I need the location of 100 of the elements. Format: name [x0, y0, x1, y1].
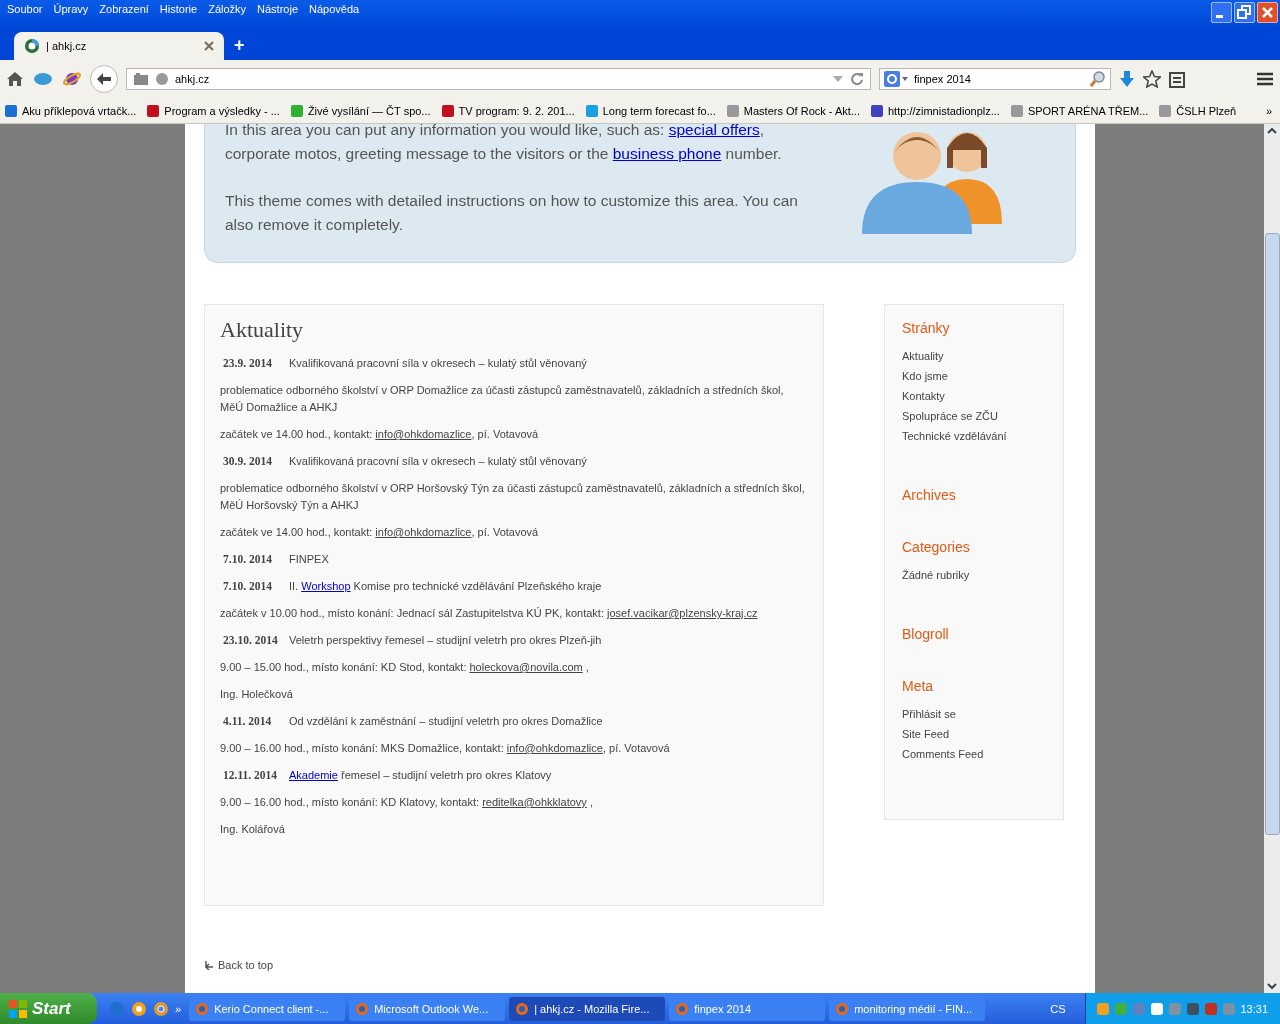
- globe-icon: [155, 72, 169, 86]
- bookmark[interactable]: Aku příklepová vrtačk...: [4, 103, 137, 118]
- widget-heading: Stránky: [902, 320, 951, 336]
- taskbar-button[interactable]: Kerio Connect client -...: [189, 996, 346, 1021]
- minimize-button[interactable]: [1211, 2, 1232, 23]
- bookmark-icon: [584, 103, 599, 118]
- news-text: 23.9. 2014 Kvalifikovaná pracovní síla v okresech – kulatý stůl věnovaný: [222, 356, 588, 371]
- menu-item[interactable]: Nástroje: [254, 3, 307, 15]
- news-text: 9.00 – 16.00 hod., místo konání: KD Klatovy, kontakt: reditelka@ohkklatovy ,: [220, 795, 594, 810]
- sidebar-link[interactable]: Žádné rubriky: [902, 565, 1046, 585]
- app-icon: [835, 1001, 850, 1016]
- link[interactable]: business phone: [612, 145, 722, 162]
- sidebar-link[interactable]: Kontakty: [902, 386, 1046, 406]
- bookmark[interactable]: Program a výsledky - ...: [146, 103, 280, 118]
- menu-icon[interactable]: [1256, 71, 1274, 87]
- news-text: 7.10. 2014 FINPEX: [222, 552, 330, 567]
- app-icon: [195, 1001, 210, 1016]
- bookmark[interactable]: http://zimnistadionplz...: [870, 103, 1000, 118]
- more-icons-button[interactable]: »: [175, 1002, 182, 1015]
- arrow-left-icon: [96, 72, 112, 86]
- sidebar-link[interactable]: Přihlásit se: [902, 704, 1046, 724]
- search-field[interactable]: finpex 2014: [879, 68, 1111, 90]
- taskbar-button[interactable]: finpex 2014: [669, 996, 826, 1021]
- language-indicator[interactable]: CS: [1050, 1002, 1086, 1015]
- widget-heading: Blogroll: [902, 626, 950, 642]
- more-bookmarks-button[interactable]: »: [1265, 104, 1276, 117]
- bookmark[interactable]: ČSLH Plzeň: [1158, 103, 1237, 118]
- close-button[interactable]: [1257, 2, 1278, 23]
- news-text: problematice odborného školství v ORP Domažlice za účasti zástupců zaměstnavatelů, základních a středních škol, MěÚ Domažlice a AHKJ: [220, 383, 785, 415]
- back-button[interactable]: [90, 65, 118, 93]
- bookmark[interactable]: Masters Of Rock - Akt...: [725, 103, 860, 118]
- menu-item[interactable]: Historie: [156, 3, 206, 15]
- new-tab-button[interactable]: +: [224, 35, 255, 60]
- news-text: začátek ve 14.00 hod., kontakt: info@ohkdomazlice, pí. Votavová: [220, 525, 540, 540]
- bookmark-icon: [1158, 103, 1173, 118]
- scrollbar[interactable]: [1264, 124, 1280, 993]
- reload-icon[interactable]: [850, 72, 864, 86]
- link[interactable]: Akademie: [289, 769, 338, 781]
- news-text: 9.00 – 15.00 hod., místo konání: KD Stod, kontakt: holeckova@novila.com ,: [220, 660, 590, 675]
- app-icon: [675, 1001, 690, 1016]
- browser-tab[interactable]: | ahkj.cz: [14, 32, 224, 60]
- home-icon[interactable]: [6, 71, 24, 87]
- download-icon[interactable]: [1119, 70, 1135, 88]
- taskbar-button[interactable]: Microsoft Outlook We...: [349, 996, 506, 1021]
- globe-icon: [24, 38, 40, 54]
- news-heading: Aktuality: [220, 317, 305, 343]
- widget-heading: Meta: [902, 678, 935, 694]
- menu-item[interactable]: Záložky: [205, 3, 255, 15]
- page-icon: [133, 73, 149, 85]
- dropdown-icon[interactable]: [832, 75, 844, 83]
- news-text: 12.11. 2014 Akademie řemesel – studijní veletrh pro okres Klatovy: [222, 768, 553, 783]
- close-tab-icon[interactable]: [204, 41, 214, 51]
- email-link[interactable]: reditelka@ohkklatovy: [482, 796, 587, 808]
- email-link[interactable]: josef.vacikar@plzensky-kraj.cz: [607, 607, 758, 619]
- clock: 13:31: [1240, 1002, 1268, 1015]
- info-text: This theme comes with detailed instructions on how to customize this area. You can also remove it completely.: [225, 191, 799, 235]
- sidebar-link[interactable]: Site Feed: [902, 724, 1046, 744]
- bookmark[interactable]: Živé vysílání — ČT spo...: [289, 103, 431, 118]
- taskbar-button[interactable]: monitoring médií - FIN...: [829, 996, 986, 1021]
- clipboard-icon[interactable]: [1169, 70, 1185, 88]
- sidebar-link[interactable]: Spolupráce se ZČU: [902, 406, 1046, 426]
- menu-item[interactable]: Nápověda: [306, 3, 368, 15]
- email-link[interactable]: info@ohkdomazlice: [506, 742, 603, 754]
- news-text: 30.9. 2014 Kvalifikovaná pracovní síla v okresech – kulatý stůl věnovaný: [222, 454, 588, 469]
- news-text: problematice odborného školství v ORP Horšovský Týn za účasti zástupců zaměstnavatelů, základních a středních škol, MěÚ Horšovský Týn a AHKJ: [220, 481, 806, 513]
- link[interactable]: Workshop: [301, 580, 351, 592]
- tray-icon[interactable]: [1186, 1001, 1201, 1016]
- tray-icon[interactable]: [1204, 1001, 1219, 1016]
- email-link[interactable]: info@ohkdomazlice: [375, 526, 472, 538]
- menu-item[interactable]: Soubor: [4, 3, 51, 15]
- taskbar-button[interactable]: | ahkj.cz - Mozilla Fire...: [509, 996, 666, 1021]
- back-to-top-link[interactable]: Back to top: [218, 959, 274, 971]
- bookmark-icon: [725, 103, 740, 118]
- bookmark[interactable]: SPORT ARÉNA TŘEM...: [1009, 103, 1149, 118]
- bookmark[interactable]: Long term forecast fo...: [584, 103, 716, 118]
- news-text: začátek v 10.00 hod., místo konání: Jednací sál Zastupitelstva KÚ PK, kontakt: josef.vacikar@plzensky-kraj.cz: [220, 606, 759, 621]
- address-bar[interactable]: ahkj.cz: [126, 68, 871, 90]
- bookmark-icon: [870, 103, 884, 118]
- star-icon[interactable]: [1143, 70, 1161, 88]
- bookmark[interactable]: TV program: 9. 2. 201...: [440, 103, 575, 118]
- windows-logo-icon: [8, 998, 28, 1019]
- news-text: 7.10. 2014 II. Workshop Komise pro technické vzdělávání Plzeňského kraje: [222, 579, 603, 594]
- menu-item[interactable]: Úpravy: [50, 3, 97, 15]
- email-link[interactable]: info@ohkdomazlice: [375, 428, 472, 440]
- sidebar-link[interactable]: Technické vzdělávání: [902, 426, 1046, 446]
- news-text: Ing. Holečková: [220, 687, 294, 702]
- sidebar-link[interactable]: Aktuality: [902, 346, 1046, 366]
- tray-icon[interactable]: [1150, 1001, 1165, 1016]
- search-icon[interactable]: [1090, 71, 1106, 87]
- restore-button[interactable]: [1234, 2, 1255, 23]
- email-link[interactable]: holeckova@novila.com: [469, 661, 583, 673]
- news-text: Ing. Kolářová: [220, 822, 286, 837]
- sidebar-link[interactable]: Kdo jsme: [902, 366, 1046, 386]
- news-text: 23.10. 2014 Veletrh perspektivy řemesel – studijní veletrh pro okres Plzeň-jih: [222, 633, 603, 648]
- sidebar-link[interactable]: Comments Feed: [902, 744, 1046, 764]
- widget-heading: Archives: [902, 487, 957, 503]
- bookmark-icon: [4, 103, 18, 118]
- menu-item[interactable]: Zobrazení: [96, 3, 157, 15]
- link[interactable]: special offers: [668, 124, 760, 138]
- app-icon: [355, 1001, 370, 1016]
